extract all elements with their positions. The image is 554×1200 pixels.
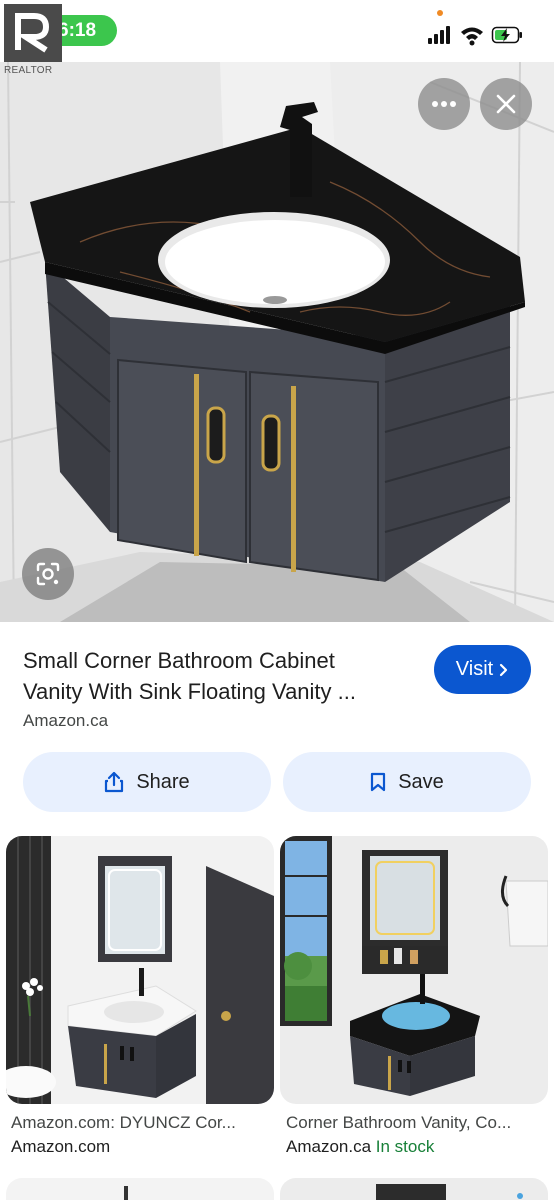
close-button[interactable] — [480, 78, 532, 130]
visit-label: Visit — [455, 658, 494, 680]
share-icon — [105, 771, 124, 793]
related-card-3-peek[interactable] — [6, 1178, 274, 1200]
save-button[interactable]: Save — [283, 752, 531, 812]
privacy-indicator-dot — [437, 10, 443, 16]
related-card-2[interactable] — [280, 836, 548, 1104]
lens-search-button[interactable] — [22, 548, 74, 600]
vanity-photo — [0, 62, 554, 622]
save-label: Save — [398, 770, 444, 793]
chevron-right-icon — [500, 663, 508, 676]
related-image-1 — [6, 836, 274, 1104]
bookmark-icon — [371, 772, 386, 792]
related-card-4-peek[interactable] — [280, 1178, 548, 1200]
result-title-line2: Vanity With Sink Floating Vanity ... — [23, 679, 356, 704]
related-title-2[interactable]: Corner Bathroom Vanity, Co... — [286, 1113, 511, 1133]
more-options-button[interactable] — [418, 78, 470, 130]
result-title-line1: Small Corner Bathroom Cabinet — [23, 648, 335, 673]
battery-charging-icon — [491, 26, 522, 44]
realtor-watermark: REALTOR — [4, 4, 62, 78]
related-source-2: Amazon.ca In stock — [286, 1137, 434, 1157]
visit-button[interactable]: Visit — [434, 645, 531, 694]
share-button[interactable]: Share — [23, 752, 271, 812]
more-horiz-icon — [432, 101, 456, 107]
share-label: Share — [136, 770, 190, 793]
product-image[interactable] — [0, 62, 554, 622]
close-icon — [496, 94, 516, 114]
status-icons — [428, 26, 522, 46]
related-title-1[interactable]: Amazon.com: DYUNCZ Cor... — [11, 1113, 236, 1133]
related-image-2 — [280, 836, 548, 1104]
signal-icon — [428, 26, 450, 44]
wifi-icon — [461, 27, 483, 46]
related-source-1: Amazon.com — [11, 1137, 111, 1156]
related-card-1[interactable] — [6, 836, 274, 1104]
realtor-label: REALTOR — [4, 65, 53, 76]
stock-status: In stock — [375, 1137, 435, 1156]
related-image-4 — [376, 1184, 523, 1200]
status-bar: 6:18 — [0, 0, 554, 62]
result-source: Amazon.ca — [23, 711, 109, 730]
related-source-2-name: Amazon.ca — [286, 1137, 372, 1156]
related-image-3 — [124, 1186, 128, 1200]
lens-icon — [36, 562, 60, 586]
result-title[interactable]: Small Corner Bathroom Cabinet Vanity Wit… — [23, 645, 413, 707]
